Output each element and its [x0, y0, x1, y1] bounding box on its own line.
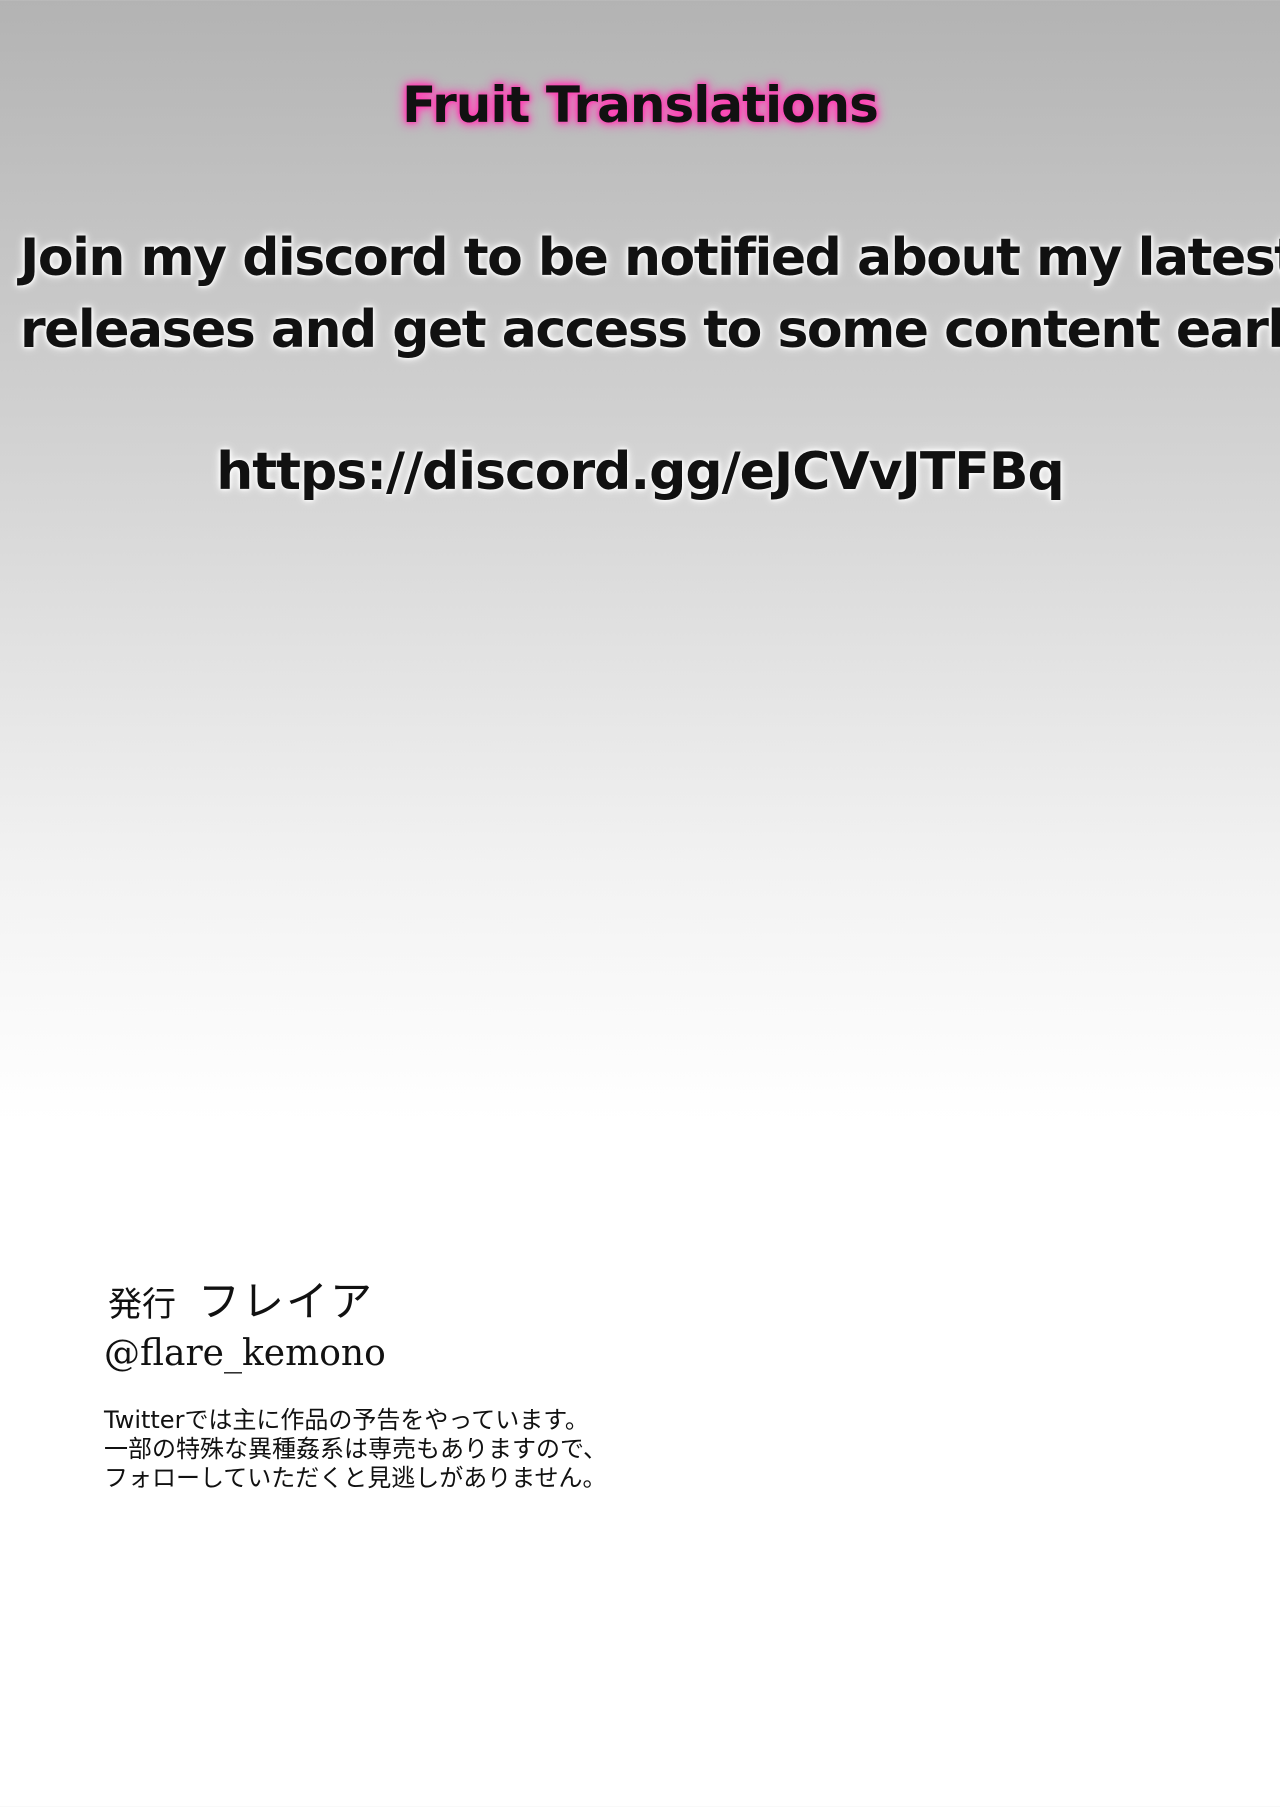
notice-line-1: Join my discord to be notified about my …	[20, 228, 1280, 288]
brand-title: Fruit Translations	[402, 76, 879, 134]
discord-link[interactable]: https://discord.gg/eJCVvJTFBq	[0, 442, 1280, 502]
notice-line-2: releases and get access to some content …	[20, 300, 1280, 360]
description-line-3: フォローしていただくと見逃しがありません。	[104, 1464, 607, 1492]
twitter-description: Twitterでは主に作品の予告をやっています。 一部の特殊な異種姦系は専売もあ…	[104, 1406, 607, 1493]
discord-notice: Join my discord to be notified about my …	[20, 222, 1280, 366]
description-line-1: Twitterでは主に作品の予告をやっています。	[104, 1406, 589, 1434]
publisher-label: 発行	[108, 1285, 176, 1325]
publisher-credit: 発行 フレイア	[108, 1268, 374, 1329]
publisher-name: フレイア	[198, 1277, 375, 1326]
description-line-2: 一部の特殊な異種姦系は専売もありますので、	[104, 1435, 608, 1463]
twitter-handle[interactable]: @flare_kemono	[104, 1333, 386, 1374]
